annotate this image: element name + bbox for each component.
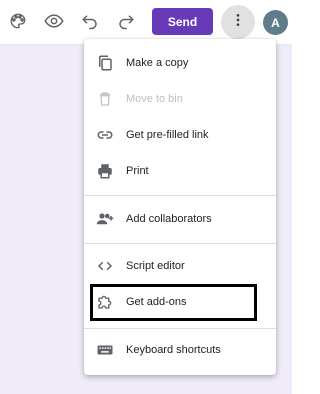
menu-item-label: Add collaborators	[126, 213, 212, 225]
menu-item-label: Print	[126, 165, 149, 177]
menu-item-move-to-bin: Move to bin	[84, 81, 276, 117]
header-toolbar: Send A	[0, 0, 292, 44]
palette-icon[interactable]	[8, 11, 28, 31]
menu-divider	[84, 195, 276, 196]
code-icon	[95, 256, 115, 276]
avatar[interactable]: A	[263, 10, 288, 35]
preview-icon[interactable]	[44, 11, 64, 31]
menu-item-label: Get pre-filled link	[126, 129, 209, 141]
menu-item-label: Keyboard shortcuts	[126, 344, 221, 356]
menu-item-label: Make a copy	[126, 57, 189, 69]
add-people-icon	[95, 209, 115, 229]
menu-item-label: Move to bin	[126, 93, 183, 105]
trash-icon	[95, 89, 115, 109]
menu-item-script-editor[interactable]: Script editor	[84, 248, 276, 284]
link-icon	[95, 125, 115, 145]
send-button[interactable]: Send	[152, 8, 213, 35]
menu-item-print[interactable]: Print	[84, 153, 276, 189]
copy-icon	[95, 53, 115, 73]
keyboard-icon	[95, 340, 115, 360]
menu-divider	[84, 243, 276, 244]
menu-divider	[84, 328, 276, 329]
menu-item-label: Script editor	[126, 260, 185, 272]
menu-item-keyboard-shortcuts[interactable]: Keyboard shortcuts	[84, 332, 276, 368]
redo-icon[interactable]	[116, 11, 136, 31]
more-options-menu: Make a copy Move to bin Get pre-filled l…	[84, 39, 276, 375]
menu-item-add-collaborators[interactable]: Add collaborators	[84, 201, 276, 237]
more-vert-icon	[230, 12, 246, 33]
menu-item-get-pre-filled-link[interactable]: Get pre-filled link	[84, 117, 276, 153]
more-options-button[interactable]	[221, 5, 255, 39]
undo-icon[interactable]	[80, 11, 100, 31]
menu-item-make-a-copy[interactable]: Make a copy	[84, 45, 276, 81]
highlight-box	[90, 284, 257, 321]
printer-icon	[95, 161, 115, 181]
